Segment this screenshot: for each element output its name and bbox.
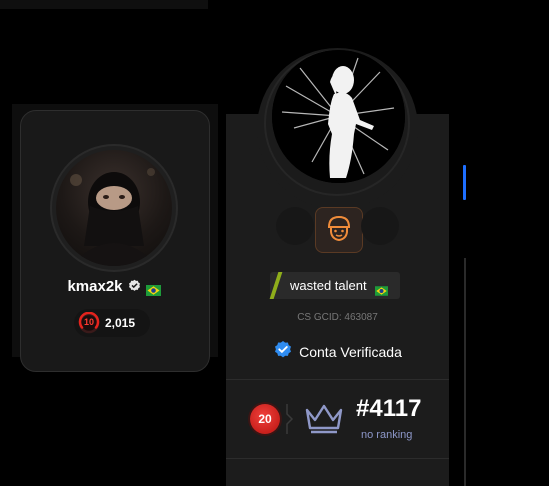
tag-accent xyxy=(269,272,283,299)
level-badge: 20 xyxy=(250,404,280,434)
featured-badge[interactable] xyxy=(315,207,363,253)
active-indicator xyxy=(463,165,466,200)
username[interactable]: kmax2k xyxy=(67,278,122,295)
elo-level: 10 xyxy=(83,317,94,327)
nickname: wasted talent xyxy=(290,278,367,293)
elo-points: 2,015 xyxy=(105,316,136,330)
badge-slot-left[interactable] xyxy=(276,207,314,245)
top-bar xyxy=(0,0,208,9)
verified-status: Conta Verificada xyxy=(226,341,449,363)
badge-slot-right[interactable] xyxy=(361,207,399,245)
rank-label: no ranking xyxy=(361,429,413,441)
helmet-face-icon xyxy=(324,213,354,247)
avatar[interactable] xyxy=(56,150,172,266)
rank-number: #4117 xyxy=(356,395,422,422)
brazil-flag-icon xyxy=(374,281,388,296)
gcid-label: CS GCID: 463087 xyxy=(297,312,378,323)
divider xyxy=(226,379,449,380)
profile-avatar[interactable] xyxy=(272,50,405,183)
brazil-flag-icon xyxy=(145,281,161,296)
divider xyxy=(226,458,449,459)
elo-badge[interactable]: 10 2,015 xyxy=(74,309,150,337)
chevron-right-icon xyxy=(286,404,294,438)
elo-level-icon: 10 xyxy=(78,312,100,334)
verified-check-icon xyxy=(128,277,141,296)
nickname-tag: wasted talent xyxy=(269,272,400,299)
right-scroll-track xyxy=(464,258,466,486)
crown-icon xyxy=(303,402,345,438)
username-row: kmax2k xyxy=(20,276,208,296)
verified-label: Conta Verificada xyxy=(299,344,402,360)
verified-badge-icon xyxy=(273,340,293,364)
